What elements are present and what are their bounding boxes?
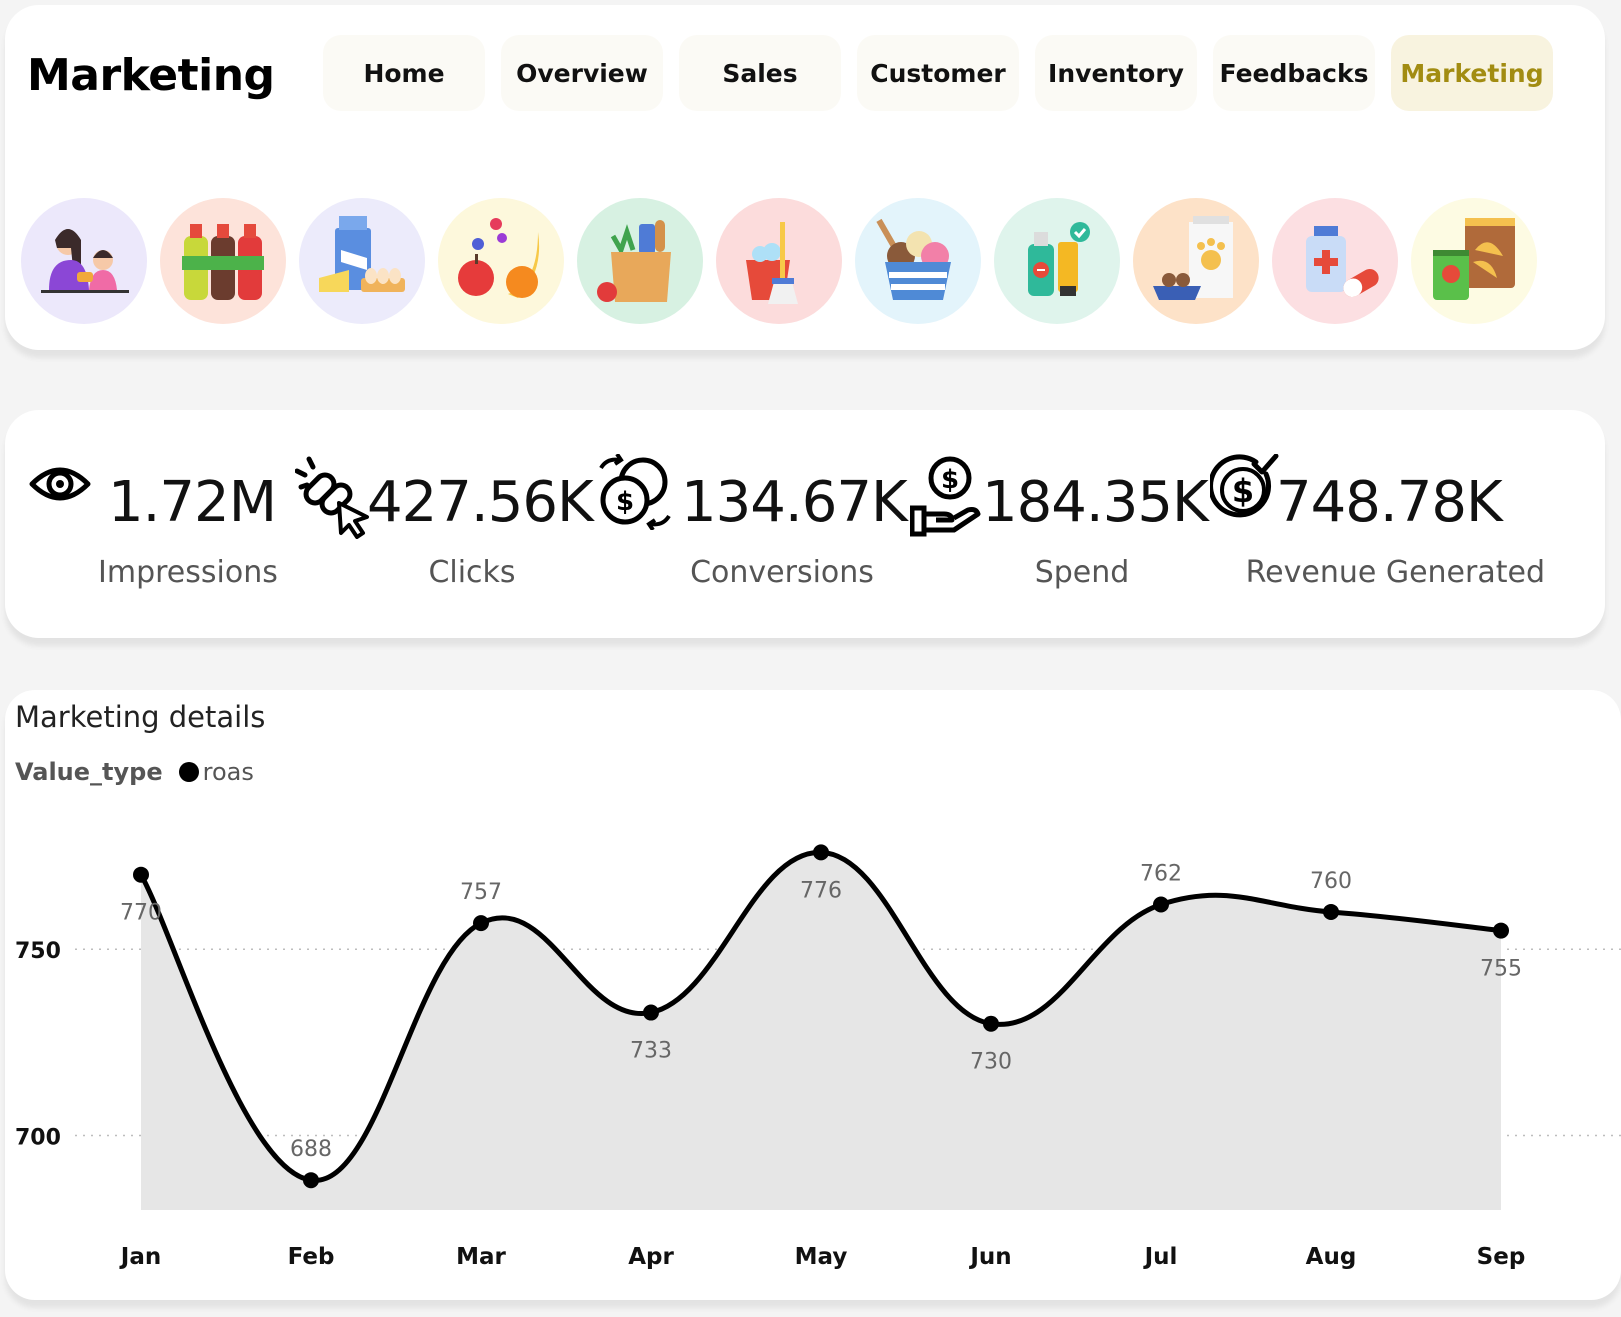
kpi-value: 184.35K xyxy=(982,470,1209,535)
kpi-label: Conversions xyxy=(690,555,874,590)
ice-cream-icon[interactable] xyxy=(855,198,981,324)
kpi-label: Spend xyxy=(1034,555,1130,590)
cleaning-icon[interactable] xyxy=(716,198,842,324)
kpi-label: Clicks xyxy=(428,555,516,590)
x-tick-label: Aug xyxy=(1306,1244,1357,1270)
kpi-card: 1.72M Impressions 427.56K Clicks $ 134.6… xyxy=(5,410,1605,638)
data-label-feb: 688 xyxy=(290,1137,332,1162)
eye-icon xyxy=(29,467,91,501)
kpi-value: 134.67K xyxy=(681,470,908,535)
x-tick-label: Mar xyxy=(456,1244,506,1270)
data-label-mar: 757 xyxy=(460,880,502,905)
kpi-label: Impressions xyxy=(98,555,278,590)
snacks-icon[interactable] xyxy=(1411,198,1537,324)
x-tick-label: Sep xyxy=(1477,1244,1526,1270)
kpi-value: 1.72M xyxy=(108,470,277,535)
kpi-value: 748.78K xyxy=(1276,470,1503,535)
x-tick-label: Apr xyxy=(628,1244,674,1270)
pet-food-icon[interactable] xyxy=(1133,198,1259,324)
data-label-sep: 755 xyxy=(1480,957,1522,982)
x-tick-label: Jul xyxy=(1143,1244,1178,1270)
data-label-jul: 762 xyxy=(1140,862,1182,887)
x-tick-label: Jan xyxy=(119,1244,161,1270)
data-point-apr xyxy=(643,1004,659,1021)
data-point-jan xyxy=(133,866,149,883)
x-tick-label: Feb xyxy=(288,1244,335,1270)
page-title: Marketing xyxy=(27,50,275,101)
nav-sales-button[interactable]: Sales xyxy=(679,35,841,111)
conversion-coins-icon: $ xyxy=(599,454,671,530)
fruits-icon[interactable] xyxy=(438,198,564,324)
data-point-feb xyxy=(303,1172,319,1189)
nav-marketing-button[interactable]: Marketing xyxy=(1391,35,1553,111)
kpi-spend: $ 184.35K Spend xyxy=(910,410,1210,638)
navigation-card: Marketing Home Overview Sales Customer I… xyxy=(5,5,1605,350)
dollar-check-icon: $ xyxy=(1210,454,1279,518)
roas-area-chart: 700 750 770 Jan 688 Feb 757 Mar 733 Apr 776 May 730 J… xyxy=(15,844,1621,1270)
hand-coin-icon: $ xyxy=(910,456,981,537)
kpi-impressions: 1.72M Impressions xyxy=(5,410,295,638)
kpi-conversions: $ 134.67K Conversions xyxy=(597,410,917,638)
data-point-may xyxy=(813,844,829,861)
kpi-label: Revenue Generated xyxy=(1245,555,1545,590)
data-point-mar xyxy=(473,915,489,932)
click-link-icon xyxy=(295,456,369,539)
nav-inventory-button[interactable]: Inventory xyxy=(1035,35,1197,111)
kpi-value: 427.56K xyxy=(367,470,594,535)
data-point-sep xyxy=(1493,922,1509,939)
svg-text:$: $ xyxy=(616,487,634,517)
nav-feedbacks-button[interactable]: Feedbacks xyxy=(1213,35,1375,111)
pharmacy-icon[interactable] xyxy=(1272,198,1398,324)
data-label-jun: 730 xyxy=(970,1050,1012,1075)
x-tick-label: May xyxy=(795,1244,848,1270)
svg-text:$: $ xyxy=(941,465,959,495)
beverages-icon[interactable] xyxy=(160,198,286,324)
data-point-jul xyxy=(1153,896,1169,913)
grocery-bag-icon[interactable] xyxy=(577,198,703,324)
marketing-details-chart-card: Marketing details Value_type roas 700 750… xyxy=(5,690,1621,1300)
personal-care-icon[interactable] xyxy=(994,198,1120,324)
data-label-aug: 760 xyxy=(1310,869,1352,894)
data-label-may: 776 xyxy=(800,878,842,903)
kpi-clicks: 427.56K Clicks xyxy=(295,410,605,638)
dairy-eggs-icon[interactable] xyxy=(299,198,425,324)
x-tick-label: Jun xyxy=(968,1244,1011,1270)
nav-overview-button[interactable]: Overview xyxy=(501,35,663,111)
baby-care-icon[interactable] xyxy=(21,198,147,324)
svg-text:$: $ xyxy=(1232,472,1254,510)
kpi-revenue-generated: $ 748.78K Revenue Generated xyxy=(1210,410,1590,638)
data-label-jan: 770 xyxy=(120,901,162,926)
y-tick-label: 700 xyxy=(15,1125,61,1150)
y-tick-label: 750 xyxy=(15,939,61,964)
data-point-jun xyxy=(983,1015,999,1032)
nav-customer-button[interactable]: Customer xyxy=(857,35,1019,111)
nav-home-button[interactable]: Home xyxy=(323,35,485,111)
data-point-aug xyxy=(1323,903,1339,920)
data-label-apr: 733 xyxy=(630,1039,672,1064)
